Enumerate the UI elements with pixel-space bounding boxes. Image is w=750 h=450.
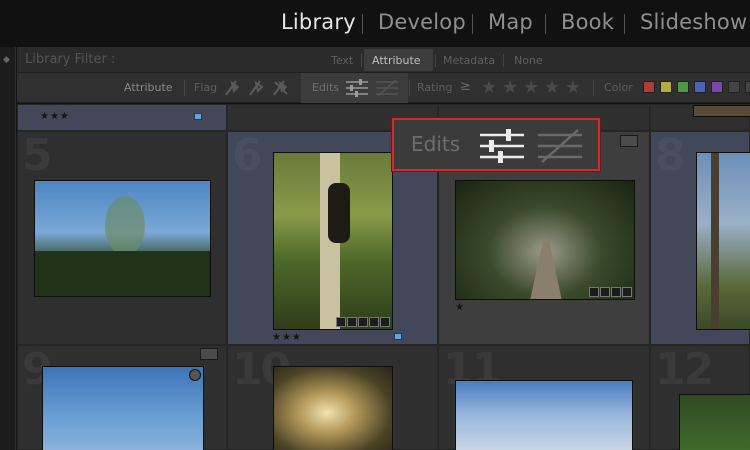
unedited-icon[interactable] <box>375 79 399 97</box>
cell-index: 8 <box>655 130 686 181</box>
cell-index: 6 <box>232 130 263 181</box>
module-map[interactable]: Map <box>488 10 533 34</box>
tab-metadata[interactable]: Metadata <box>435 49 503 71</box>
color-swatch-none[interactable] <box>745 81 750 93</box>
cell-options-icon[interactable] <box>620 135 638 147</box>
attribute-label: Attribute <box>124 81 173 94</box>
develop-badge-icon[interactable] <box>622 287 632 297</box>
attribute-filter-bar: Attribute Flag Edits Rating ≥ ★ ★ ★ ★ ★ … <box>17 73 750 103</box>
rating-star-2-icon[interactable]: ★ <box>502 77 518 98</box>
thumbnail[interactable] <box>455 380 633 450</box>
left-panel-edge[interactable]: ◆ <box>0 47 16 450</box>
thumbnail-badges <box>589 287 632 297</box>
library-filter-bar: Library Filter : Text Attribute Metadata… <box>17 47 750 73</box>
color-label: Color <box>604 81 633 94</box>
cell-options-icon[interactable] <box>200 348 218 360</box>
thumbnail-badges <box>336 317 390 327</box>
unedited-icon <box>538 129 582 163</box>
bar-separator <box>184 80 185 96</box>
edits-callout: Edits <box>392 118 600 171</box>
module-separator <box>472 14 473 34</box>
star-rating: ★★★ <box>272 332 302 343</box>
grid-cell[interactable]: 11 <box>438 344 650 450</box>
module-library[interactable]: Library <box>281 10 356 34</box>
tab-none[interactable]: None <box>506 49 551 71</box>
thumbnail[interactable] <box>34 180 211 297</box>
color-swatch-purple[interactable] <box>711 81 723 93</box>
crop-badge-icon[interactable] <box>369 317 379 327</box>
flag-label: Flag <box>194 81 218 94</box>
rating-star-5-icon[interactable]: ★ <box>565 77 581 98</box>
grid-cell-partial[interactable] <box>650 104 750 131</box>
bar-separator <box>593 80 594 96</box>
edited-icon[interactable] <box>345 79 369 97</box>
grid-cell[interactable]: 5 <box>17 130 227 345</box>
blue-label-icon <box>194 113 202 120</box>
thumbnail[interactable] <box>273 152 393 330</box>
flag-picked-icon[interactable] <box>222 77 244 99</box>
keyword-badge-icon[interactable] <box>336 317 346 327</box>
grid-cell-partial[interactable]: ★★★ <box>17 104 227 131</box>
module-separator <box>545 14 546 34</box>
thumbnail[interactable] <box>693 105 750 117</box>
cell-index: 5 <box>22 130 53 181</box>
color-swatch-custom[interactable] <box>728 81 740 93</box>
star-rating: ★★★ <box>40 111 70 122</box>
grid-cell[interactable]: 12 <box>650 344 750 450</box>
flag-unflagged-icon[interactable] <box>246 77 268 99</box>
library-filter-title: Library Filter : <box>25 52 116 67</box>
thumbnail[interactable] <box>273 366 393 450</box>
rating-label: Rating <box>417 81 453 94</box>
tab-separator <box>361 54 362 67</box>
thumbnail[interactable] <box>42 366 204 450</box>
module-develop[interactable]: Develop <box>378 10 466 34</box>
tab-separator <box>503 54 504 67</box>
keyword-badge-icon[interactable] <box>589 287 599 297</box>
module-slideshow[interactable]: Slideshow <box>640 10 747 34</box>
thumbnail[interactable] <box>455 180 635 300</box>
rating-operator[interactable]: ≥ <box>460 79 471 94</box>
blue-label-icon <box>394 333 402 340</box>
edited-icon <box>480 129 524 163</box>
module-separator <box>624 14 625 34</box>
bar-separator <box>409 80 410 96</box>
grid-cell[interactable]: 10 <box>227 344 438 450</box>
collection-badge-icon[interactable] <box>358 317 368 327</box>
comment-badge-icon[interactable] <box>600 287 610 297</box>
thumbnail[interactable] <box>679 394 750 450</box>
thumbnail[interactable] <box>696 152 750 330</box>
module-picker: Library Develop Map Book Slideshow <box>0 0 750 47</box>
comment-badge-icon[interactable] <box>347 317 357 327</box>
module-separator <box>362 14 363 34</box>
color-swatch-blue[interactable] <box>694 81 706 93</box>
panel-collapse-icon[interactable]: ◆ <box>3 55 10 65</box>
rating-star-3-icon[interactable]: ★ <box>523 77 539 98</box>
rating-star-1-icon[interactable]: ★ <box>481 77 497 98</box>
develop-badge-icon[interactable] <box>380 317 390 327</box>
callout-label: Edits <box>411 132 461 156</box>
rating-star-4-icon[interactable]: ★ <box>544 77 560 98</box>
star-rating: ★ <box>455 302 465 313</box>
color-swatch-green[interactable] <box>677 81 689 93</box>
photo-grid: ★★★ 5 6 ★★★ 7 <box>17 104 750 450</box>
tab-attribute[interactable]: Attribute <box>364 49 433 71</box>
collection-badge-icon[interactable] <box>611 287 621 297</box>
edits-label: Edits <box>312 81 340 94</box>
color-swatch-red[interactable] <box>643 81 655 93</box>
tab-text[interactable]: Text <box>323 49 361 71</box>
flag-rejected-icon[interactable] <box>270 77 292 99</box>
grid-cell[interactable]: 8 <box>650 130 750 345</box>
color-swatch-yellow[interactable] <box>660 81 672 93</box>
module-book[interactable]: Book <box>561 10 614 34</box>
cell-index: 12 <box>655 344 714 395</box>
grid-cell[interactable]: 9 <box>17 344 227 450</box>
